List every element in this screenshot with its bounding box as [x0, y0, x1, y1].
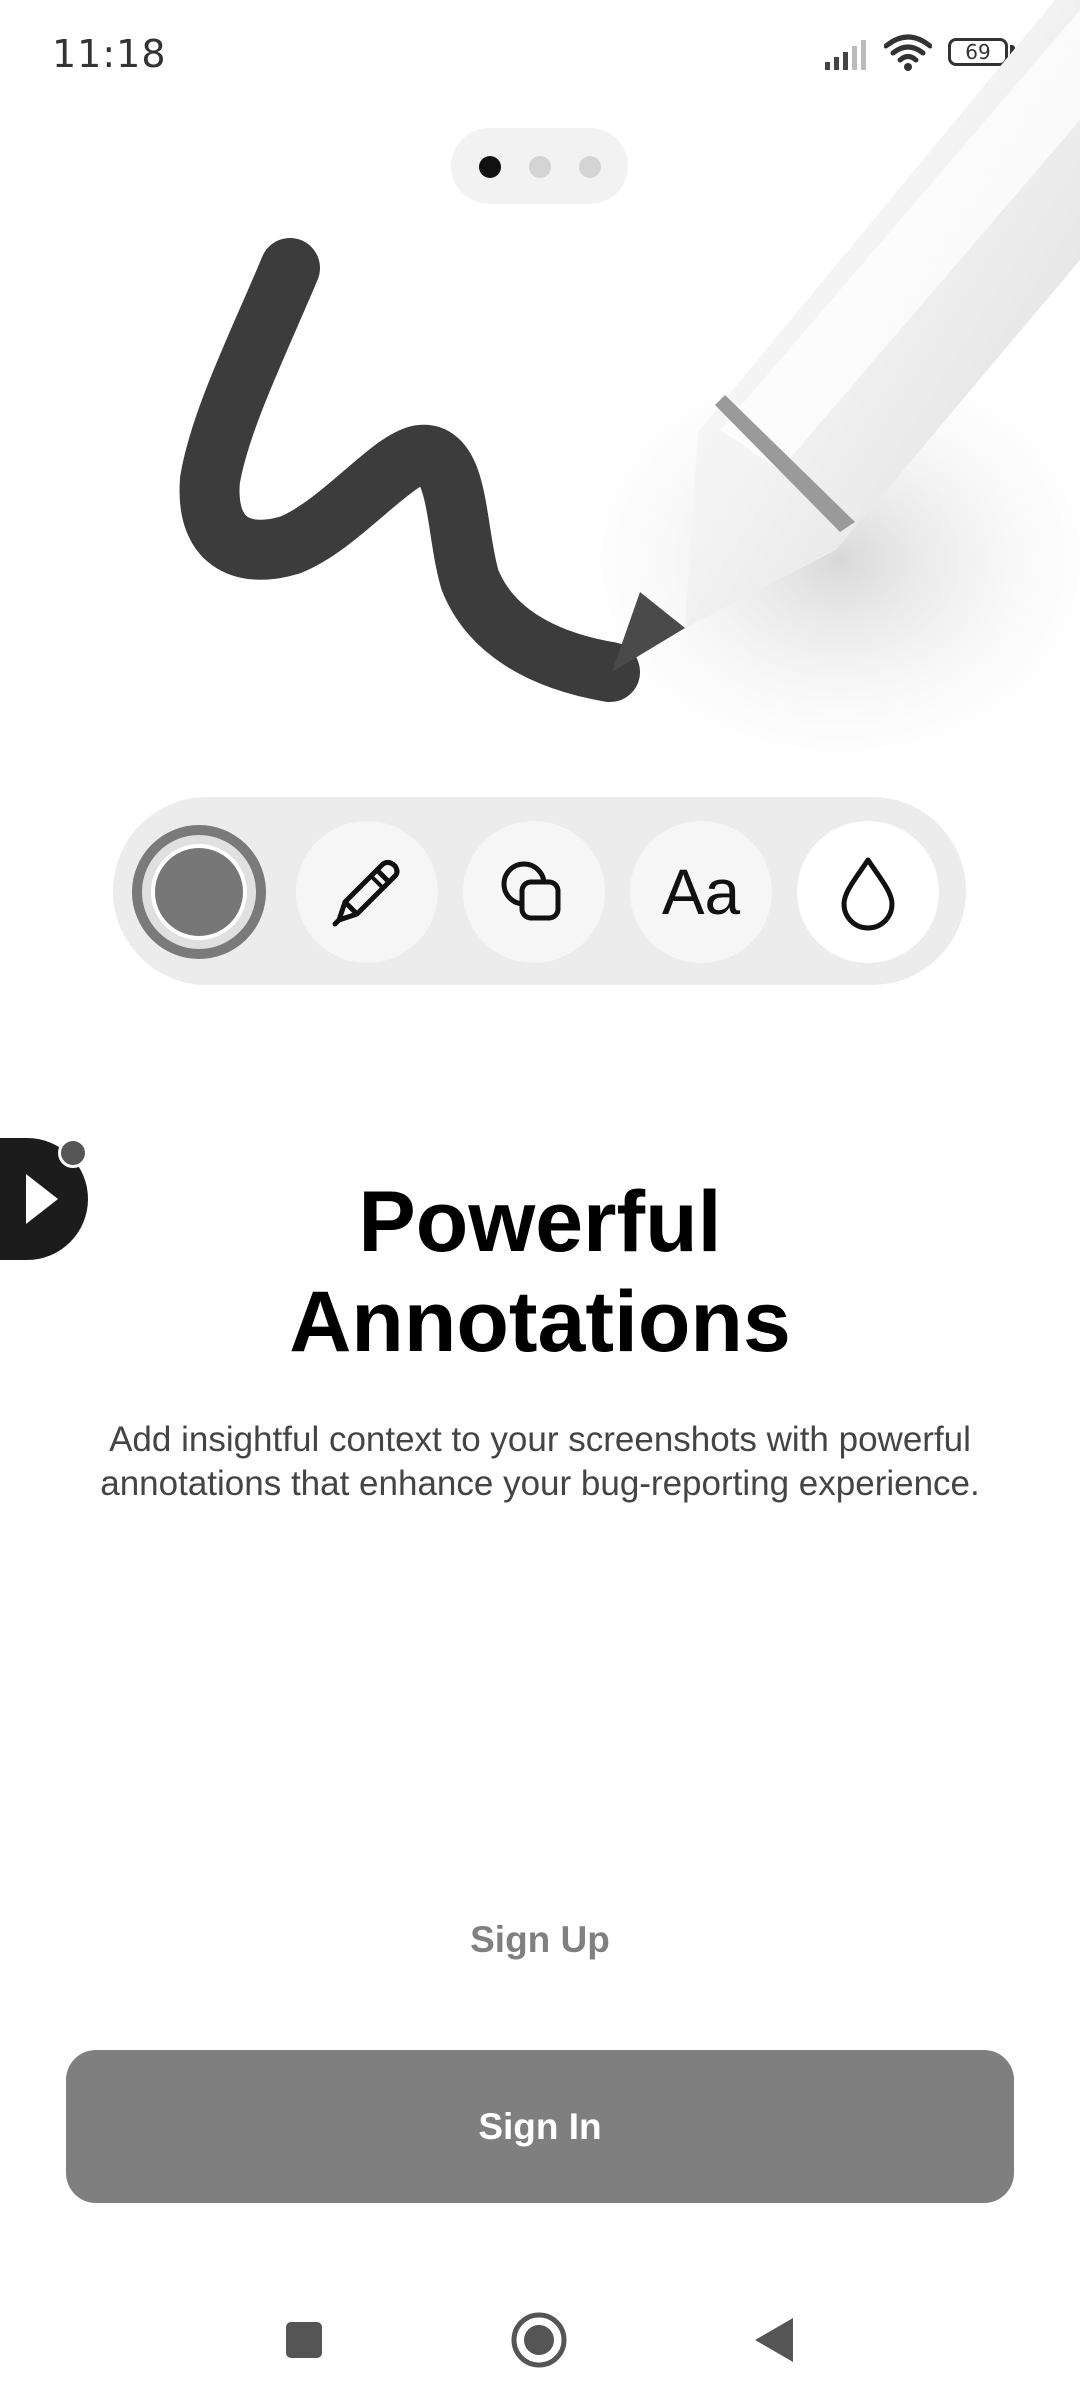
droplet-icon: [841, 857, 895, 931]
page-description: Add insightful context to your screensho…: [50, 1418, 1030, 1506]
sign-up-link[interactable]: Sign Up: [390, 1910, 690, 1970]
pen-tool-button[interactable]: [296, 821, 438, 963]
page-title: Powerful Annotations: [0, 1172, 1080, 1372]
back-icon: [755, 2318, 793, 2362]
title-line-1: Powerful: [358, 1174, 722, 1270]
recents-icon: [286, 2322, 322, 2358]
back-button[interactable]: [734, 2300, 814, 2380]
system-navigation-bar: [0, 2280, 1080, 2400]
recents-button[interactable]: [264, 2300, 344, 2380]
text-icon: Aa: [661, 856, 741, 928]
color-picker-button[interactable]: [128, 821, 270, 963]
pen-icon: [332, 859, 400, 927]
home-button[interactable]: [499, 2300, 579, 2380]
shapes-icon: [501, 861, 561, 921]
description-line-2: annotations that enhance your bug-report…: [100, 1464, 980, 1503]
sign-in-button[interactable]: Sign In: [66, 2050, 1014, 2203]
home-icon: [511, 2312, 567, 2368]
text-tool-button[interactable]: Aa: [630, 821, 772, 963]
color-circle-icon: [132, 825, 266, 959]
blur-tool-button[interactable]: [797, 821, 939, 963]
shapes-tool-button[interactable]: [463, 821, 605, 963]
title-line-2: Annotations: [289, 1274, 791, 1370]
annotation-toolbar: Aa: [113, 797, 966, 985]
description-line-1: Add insightful context to your screensho…: [109, 1420, 971, 1459]
notification-dot: [58, 1138, 88, 1168]
